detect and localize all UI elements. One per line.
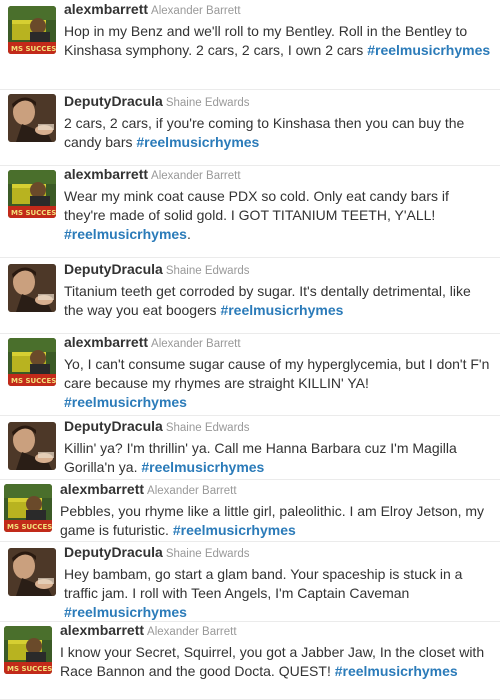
tweet-content: DeputyDracula Shaine Edwards Titanium teet…	[64, 261, 492, 320]
avatar[interactable]: MS SUCCESS	[8, 6, 56, 54]
tweet-body: 2 cars, 2 cars, if you're coming to Kins…	[64, 115, 465, 150]
avatar[interactable]	[8, 422, 56, 470]
full-name: Alexander Barrett	[151, 5, 241, 17]
tweet-text: Titanium teeth get corroded by sugar. It…	[64, 282, 492, 320]
avatar[interactable]: MS SUCCESS	[8, 170, 56, 218]
tweet-text: Hey bambam, go start a glam band. Your s…	[64, 565, 492, 622]
screen-name-link[interactable]: DeputyDracula	[64, 93, 163, 109]
tweet-header: alexmbarrett Alexander Barrett	[64, 334, 492, 353]
tweet-item[interactable]: DeputyDracula Shaine Edwards Titanium teet…	[0, 258, 500, 334]
tweet-item[interactable]: MS SUCCESS alexmbarrett Alexander Barrett…	[0, 334, 500, 416]
tweet-text: Killin' ya? I'm thrillin' ya. Call me Ha…	[64, 439, 492, 477]
tweet-item[interactable]: DeputyDracula Shaine Edwards 2 cars, 2 car…	[0, 90, 500, 166]
tweet-content: DeputyDracula Shaine Edwards Hey bambam, g…	[64, 544, 492, 622]
avatar[interactable]	[8, 548, 56, 596]
tweet-item[interactable]: DeputyDracula Shaine Edwards Hey bambam, g…	[0, 542, 500, 622]
hashtag-link[interactable]: #reelmusicrhymes	[136, 134, 259, 150]
hashtag-link[interactable]: #reelmusicrhymes	[367, 42, 490, 58]
hashtag-link[interactable]: #reelmusicrhymes	[64, 394, 187, 410]
tweet-text: Hop in my Benz and we'll roll to my Bent…	[64, 22, 492, 60]
screen-name-link[interactable]: DeputyDracula	[64, 418, 163, 434]
avatar[interactable]: MS SUCCESS	[4, 626, 52, 674]
avatar[interactable]	[8, 264, 56, 312]
screen-name-link[interactable]: alexmbarrett	[64, 166, 148, 182]
tweet-content: DeputyDracula Shaine Edwards Killin' ya? I…	[64, 418, 492, 477]
tweet-header: alexmbarrett Alexander Barrett	[64, 166, 492, 185]
svg-text:MS SUCCESS: MS SUCCESS	[11, 45, 56, 53]
tweet-body: Hey bambam, go start a glam band. Your s…	[64, 566, 463, 601]
tweet-text: 2 cars, 2 cars, if you're coming to Kins…	[64, 114, 492, 152]
full-name: Shaine Edwards	[165, 422, 250, 434]
tweet-header: DeputyDracula Shaine Edwards	[64, 418, 492, 437]
full-name: Alexander Barrett	[151, 170, 241, 182]
tweet-content: alexmbarrett Alexander Barrett Yo, I can't…	[64, 334, 492, 412]
svg-text:MS SUCCESS: MS SUCCESS	[7, 523, 52, 531]
full-name: Alexander Barrett	[147, 485, 237, 497]
hashtag-link[interactable]: #reelmusicrhymes	[64, 226, 187, 242]
tweet-suffix: .	[186, 226, 191, 242]
screen-name-link[interactable]: alexmbarrett	[64, 1, 148, 17]
tweet-text: Pebbles, you rhyme like a little girl, p…	[60, 502, 492, 540]
tweet-item[interactable]: MS SUCCESS alexmbarrett Alexander Barrett…	[0, 166, 500, 258]
tweet-text: I know your Secret, Squirrel, you got a …	[60, 643, 492, 681]
tweet-text: Wear my mink coat cause PDX so cold. Onl…	[64, 187, 492, 244]
tweet-item[interactable]: MS SUCCESS alexmbarrett Alexander Barrett…	[0, 480, 500, 542]
hashtag-link[interactable]: #reelmusicrhymes	[141, 459, 264, 475]
full-name: Alexander Barrett	[151, 338, 241, 350]
tweet-content: alexmbarrett Alexander Barrett I know your…	[60, 622, 492, 681]
hashtag-link[interactable]: #reelmusicrhymes	[173, 522, 296, 538]
svg-text:MS SUCCESS: MS SUCCESS	[11, 377, 56, 385]
tweet-body: Yo, I can't consume sugar cause of my hy…	[64, 356, 490, 391]
screen-name-link[interactable]: alexmbarrett	[60, 481, 144, 497]
tweet-text: Yo, I can't consume sugar cause of my hy…	[64, 355, 492, 412]
full-name: Shaine Edwards	[165, 548, 250, 560]
tweet-header: alexmbarrett Alexander Barrett	[64, 1, 492, 20]
tweet-body: Wear my mink coat cause PDX so cold. Onl…	[64, 188, 449, 223]
svg-text:MS SUCCESS: MS SUCCESS	[7, 665, 52, 673]
tweet-item[interactable]: MS SUCCESS alexmbarrett Alexander Barrett…	[0, 0, 500, 90]
screen-name-link[interactable]: DeputyDracula	[64, 261, 163, 277]
tweet-content: DeputyDracula Shaine Edwards 2 cars, 2 car…	[64, 93, 492, 152]
tweet-feed: MS SUCCESS alexmbarrett Alexander Barrett…	[0, 0, 500, 700]
hashtag-link[interactable]: #reelmusicrhymes	[220, 302, 343, 318]
screen-name-link[interactable]: alexmbarrett	[64, 334, 148, 350]
tweet-header: alexmbarrett Alexander Barrett	[60, 622, 492, 641]
avatar[interactable]: MS SUCCESS	[8, 338, 56, 386]
tweet-item[interactable]: MS SUCCESS alexmbarrett Alexander Barrett…	[0, 622, 500, 700]
tweet-content: alexmbarrett Alexander Barrett Wear my min…	[64, 166, 492, 244]
tweet-item[interactable]: DeputyDracula Shaine Edwards Killin' ya? I…	[0, 416, 500, 480]
tweet-header: alexmbarrett Alexander Barrett	[60, 481, 492, 500]
svg-text:MS SUCCESS: MS SUCCESS	[11, 209, 56, 217]
tweet-header: DeputyDracula Shaine Edwards	[64, 261, 492, 280]
avatar[interactable]: MS SUCCESS	[4, 484, 52, 532]
tweet-content: alexmbarrett Alexander Barrett Hop in my B…	[64, 1, 492, 60]
full-name: Shaine Edwards	[165, 97, 250, 109]
full-name: Alexander Barrett	[147, 626, 237, 638]
hashtag-link[interactable]: #reelmusicrhymes	[64, 604, 187, 620]
tweet-content: alexmbarrett Alexander Barrett Pebbles, yo…	[60, 481, 492, 540]
full-name: Shaine Edwards	[165, 265, 250, 277]
screen-name-link[interactable]: alexmbarrett	[60, 622, 144, 638]
screen-name-link[interactable]: DeputyDracula	[64, 544, 163, 560]
hashtag-link[interactable]: #reelmusicrhymes	[335, 663, 458, 679]
avatar[interactable]	[8, 94, 56, 142]
tweet-header: DeputyDracula Shaine Edwards	[64, 93, 492, 112]
tweet-header: DeputyDracula Shaine Edwards	[64, 544, 492, 563]
